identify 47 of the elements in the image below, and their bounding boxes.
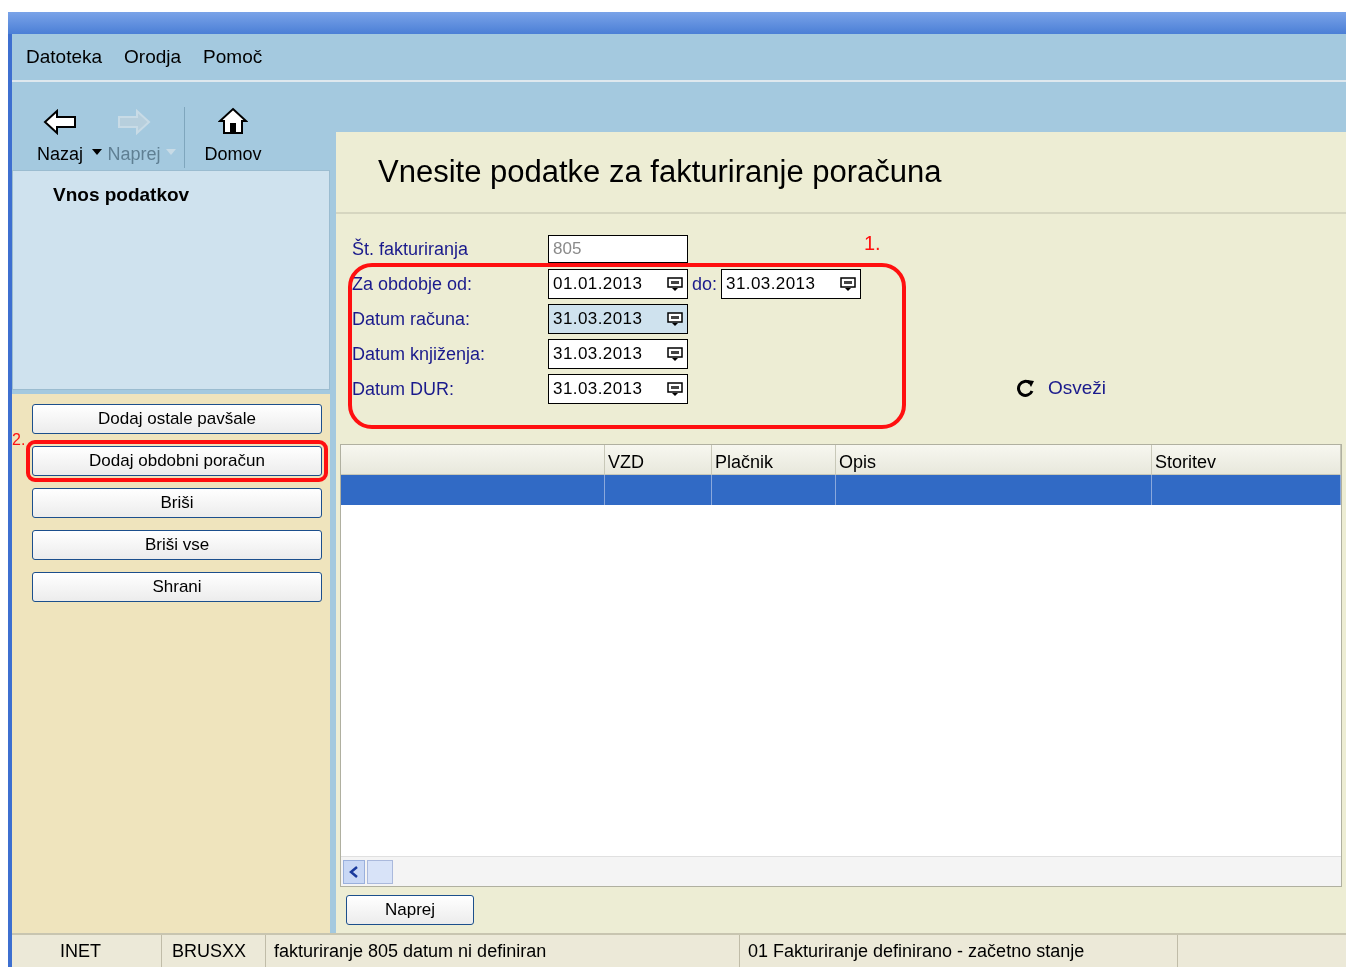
dropdown-caret-icon[interactable] [92, 149, 102, 155]
action-button[interactable]: Dodaj ostale pavšale [32, 404, 322, 434]
toolbar-button[interactable]: Domov [201, 107, 265, 168]
refresh-button[interactable]: Osveži [1016, 374, 1107, 403]
scrollbar-thumb[interactable] [367, 859, 393, 884]
column-header[interactable]: VZD [605, 445, 712, 474]
back-arrow-icon [43, 109, 77, 135]
column-header[interactable]: Storitev [1152, 445, 1341, 474]
field-label: Datum računa: [352, 307, 472, 331]
action-button[interactable]: Shrani [32, 572, 322, 602]
field-label: Datum DUR: [352, 377, 455, 401]
refresh-icon [1016, 379, 1036, 398]
menu-item[interactable]: Orodja [124, 42, 182, 72]
date-field[interactable]: 01.01.2013 [548, 269, 688, 299]
field-label: Za obdobje od: [352, 272, 474, 296]
scroll-left-button[interactable] [343, 859, 365, 884]
status-text: 01 Fakturiranje definirano - začetno stanje [748, 939, 1085, 963]
next-button[interactable]: Naprej [346, 895, 474, 925]
field-label: Št. fakturiranja [352, 237, 470, 261]
calendar-dropdown-icon[interactable] [840, 276, 857, 292]
home-icon [218, 107, 248, 135]
field-label: Datum knjiženja: [352, 342, 487, 366]
sidebar-title: Vnos podatkov [53, 184, 190, 205]
date-field[interactable]: 31.03.2013 [548, 304, 688, 334]
menu-item[interactable]: Datoteka [26, 42, 103, 72]
left-chevron-icon [349, 865, 359, 878]
status-text: BRUSXX [172, 939, 247, 963]
annotation-number: 1. [864, 231, 881, 256]
menu-item[interactable]: Pomoč [203, 42, 263, 72]
date-field[interactable]: 31.03.2013 [721, 269, 862, 299]
page-heading: Vnesite podatke za fakturiranje poračuna [378, 152, 942, 191]
column-header[interactable]: Opis [836, 445, 1152, 474]
calendar-dropdown-icon[interactable] [667, 346, 683, 362]
action-button[interactable]: Briši [32, 488, 322, 518]
date-field[interactable]: 31.03.2013 [548, 374, 688, 404]
annotation-number: 2. [12, 432, 26, 448]
field-label: do: [692, 272, 718, 296]
action-button[interactable]: Briši vse [32, 530, 322, 560]
date-field[interactable]: 31.03.2013 [548, 339, 688, 369]
forward-arrow-icon [117, 109, 151, 135]
calendar-dropdown-icon[interactable] [667, 276, 683, 292]
toolbar-button[interactable]: Nazaj [28, 109, 92, 168]
status-text: fakturiranje 805 datum ni definiran [274, 939, 547, 963]
status-text: INET [60, 939, 101, 963]
calendar-dropdown-icon[interactable] [667, 381, 683, 397]
column-header[interactable]: Plačnik [712, 445, 836, 474]
calendar-dropdown-icon[interactable] [667, 311, 683, 327]
